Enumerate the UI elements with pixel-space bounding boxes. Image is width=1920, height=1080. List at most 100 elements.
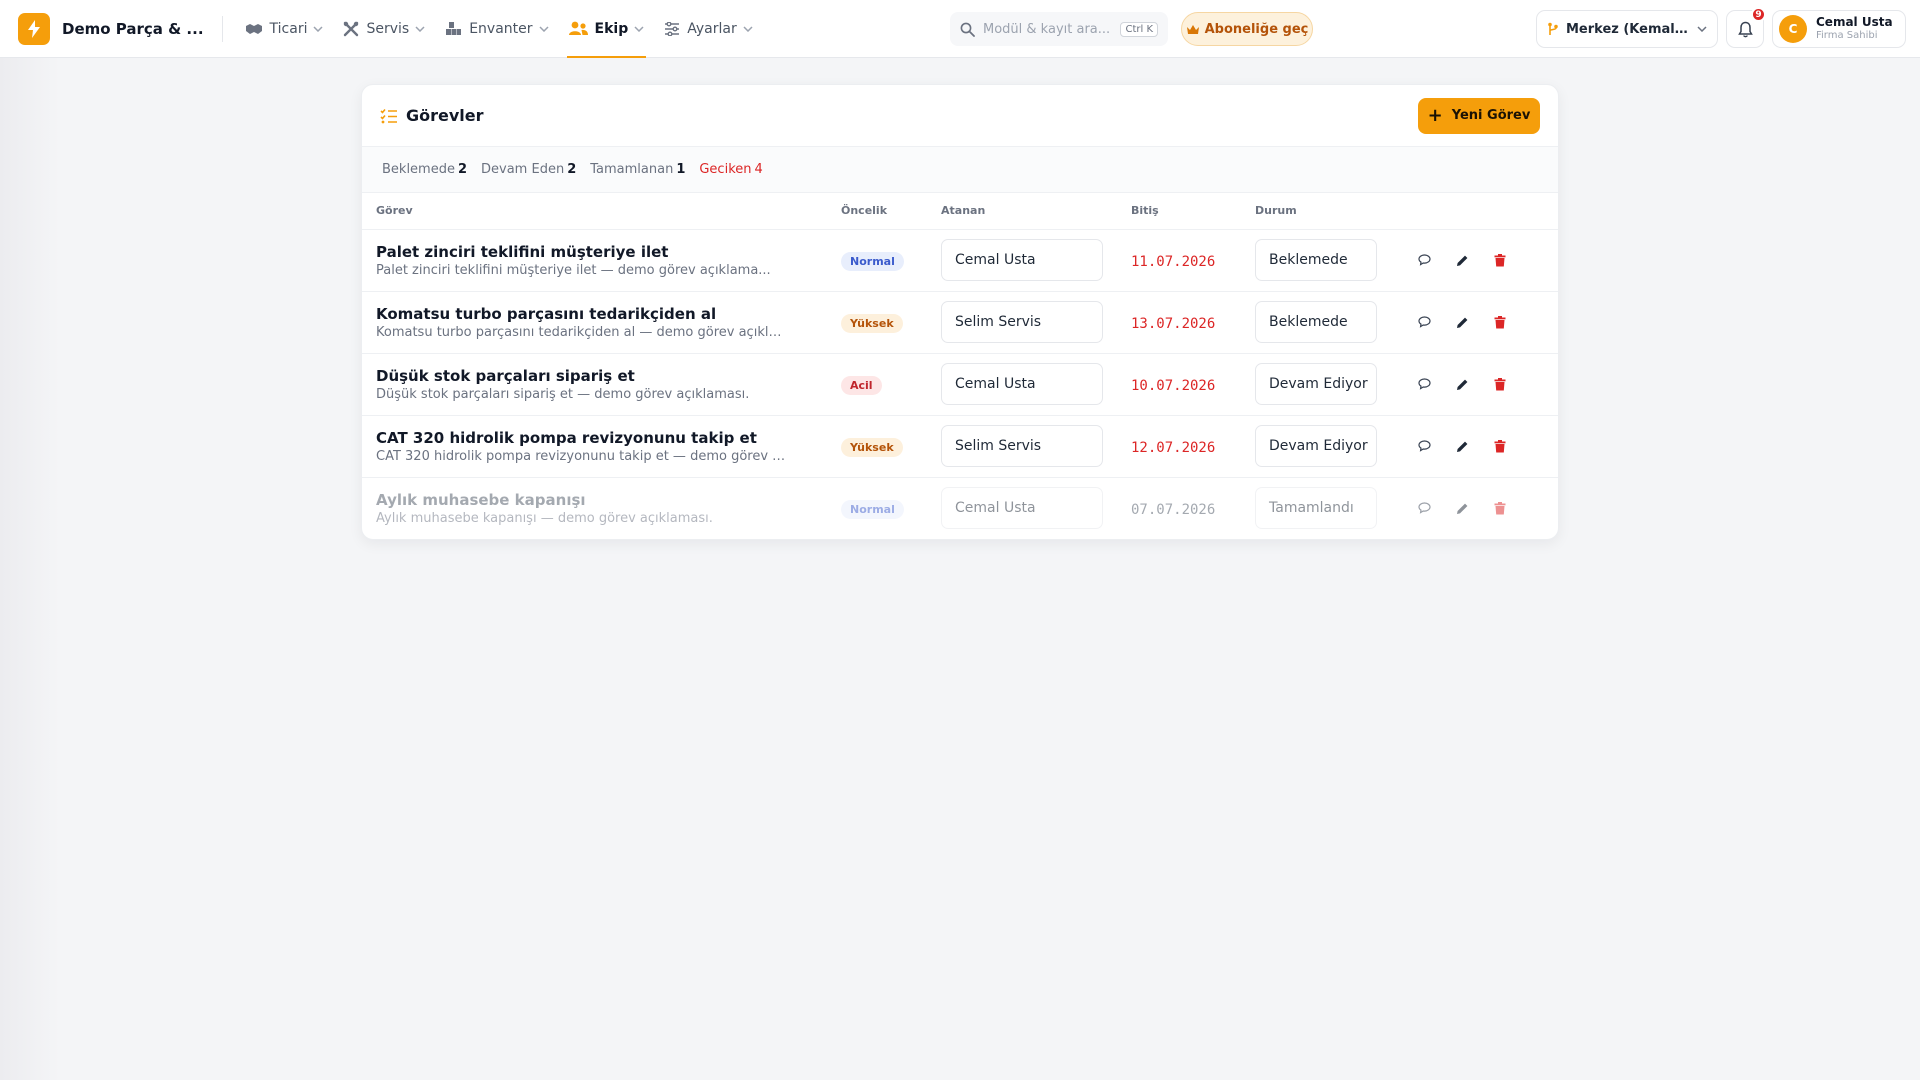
delete-button[interactable]	[1481, 307, 1519, 337]
column-header-status[interactable]: Durum	[1255, 193, 1405, 230]
nav-item-servis[interactable]: Servis	[333, 0, 435, 58]
column-header-assignee[interactable]: Atanan	[941, 193, 1131, 230]
top-bar: Demo Parça & ... Ticari Servis Envanter …	[0, 0, 1920, 58]
trash-icon	[1494, 315, 1506, 328]
task-cell: Palet zinciri teklifini müşteriye ilet P…	[362, 229, 841, 292]
table-row[interactable]: Aylık muhasebe kapanışı Aylık muhasebe k…	[362, 477, 1558, 539]
subscribe-label: Aboneliğe geç	[1204, 21, 1309, 37]
comment-button[interactable]	[1405, 431, 1443, 461]
comment-button[interactable]	[1405, 245, 1443, 275]
assignee-select[interactable]: Cemal Usta	[941, 487, 1103, 530]
user-role: Firma Sahibi	[1816, 30, 1878, 42]
handshake-icon	[245, 23, 262, 34]
nav-label: Servis	[366, 20, 410, 37]
tools-icon	[344, 21, 359, 36]
chevron-down-icon	[313, 25, 323, 32]
branch-selector[interactable]: Merkez (Kemalpa...	[1536, 10, 1718, 48]
edit-button[interactable]	[1443, 307, 1481, 337]
comment-icon	[1417, 440, 1431, 452]
task-description: Aylık muhasebe kapanışı — demo görev açı…	[376, 510, 713, 526]
branch-icon	[1548, 22, 1558, 35]
status-select[interactable]: Devam Ediyor	[1255, 363, 1377, 405]
nav-item-ayarlar[interactable]: Ayarlar	[654, 0, 762, 58]
assignee-select[interactable]: Cemal Usta	[941, 239, 1103, 281]
stat-pending[interactable]: Beklemede 2	[382, 162, 467, 177]
search-shortcut-hint: Ctrl K	[1120, 21, 1158, 37]
edit-button[interactable]	[1443, 369, 1481, 399]
notifications-button[interactable]: 9	[1726, 7, 1766, 48]
pencil-icon	[1456, 255, 1467, 266]
due-date: 12.07.2026	[1131, 439, 1216, 456]
subscribe-button[interactable]: Aboneliğe geç	[1181, 12, 1313, 46]
status-cell: Devam Ediyor	[1255, 415, 1405, 478]
status-select[interactable]: Beklemede	[1255, 301, 1377, 343]
comment-button[interactable]	[1405, 493, 1443, 523]
assignee-cell: Cemal Usta	[941, 353, 1131, 416]
trash-icon	[1494, 377, 1506, 390]
priority-badge: Yüksek	[841, 313, 903, 333]
assignee-select[interactable]: Cemal Usta	[941, 363, 1103, 405]
delete-button[interactable]	[1481, 493, 1519, 523]
actions-cell	[1405, 477, 1558, 539]
assignee-cell: Selim Servis	[941, 291, 1131, 354]
task-description: Komatsu turbo parçasını tedarikçiden al …	[376, 324, 786, 340]
brand[interactable]: Demo Parça & ...	[18, 12, 204, 45]
task-list-icon	[380, 108, 397, 123]
priority-badge: Normal	[841, 499, 904, 519]
stat-count: 2	[567, 162, 577, 177]
user-menu[interactable]: C Cemal Usta Firma Sahibi	[1772, 10, 1906, 48]
table-row[interactable]: CAT 320 hidrolik pompa revizyonunu takip…	[362, 415, 1558, 478]
nav-item-envanter[interactable]: Envanter	[435, 0, 558, 58]
chevron-down-icon	[415, 25, 425, 32]
table-row[interactable]: Palet zinciri teklifini müşteriye ilet P…	[362, 229, 1558, 292]
actions-cell	[1405, 353, 1558, 416]
edit-button[interactable]	[1443, 245, 1481, 275]
chevron-down-icon	[743, 25, 753, 32]
new-task-button[interactable]: + Yeni Görev	[1418, 97, 1540, 134]
edit-button[interactable]	[1443, 431, 1481, 461]
task-title[interactable]: Komatsu turbo parçasını tedarikçiden al	[376, 305, 841, 323]
comment-icon	[1417, 316, 1431, 328]
status-select[interactable]: Devam Ediyor	[1255, 425, 1377, 467]
table-row[interactable]: Düşük stok parçaları sipariş et Düşük st…	[362, 353, 1558, 416]
stat-label: Geciken	[699, 162, 752, 177]
comment-icon	[1417, 254, 1431, 266]
column-header-due[interactable]: Bitiş	[1131, 193, 1255, 230]
status-select[interactable]: Beklemede	[1255, 239, 1377, 281]
comment-button[interactable]	[1405, 307, 1443, 337]
search-input[interactable]	[983, 21, 1113, 37]
delete-button[interactable]	[1481, 431, 1519, 461]
tasks-table: Görev Öncelik Atanan Bitiş Durum Palet z…	[362, 193, 1558, 539]
task-title[interactable]: Palet zinciri teklifini müşteriye ilet	[376, 243, 841, 261]
column-header-priority[interactable]: Öncelik	[841, 193, 941, 230]
task-title[interactable]: CAT 320 hidrolik pompa revizyonunu takip…	[376, 429, 841, 447]
global-search[interactable]: Ctrl K	[950, 12, 1168, 46]
nav-item-ekip[interactable]: Ekip	[559, 0, 655, 58]
notification-count-badge: 9	[1751, 7, 1766, 22]
assignee-select[interactable]: Selim Servis	[941, 301, 1103, 343]
search-icon	[960, 22, 975, 37]
edit-button[interactable]	[1443, 493, 1481, 523]
table-row[interactable]: Komatsu turbo parçasını tedarikçiden al …	[362, 291, 1558, 354]
delete-button[interactable]	[1481, 245, 1519, 275]
task-title[interactable]: Düşük stok parçaları sipariş et	[376, 367, 841, 385]
nav-label: Ayarlar	[687, 20, 737, 37]
stat-label: Devam Eden	[481, 162, 565, 177]
column-header-task[interactable]: Görev	[362, 193, 841, 230]
nav-item-ticari[interactable]: Ticari	[235, 0, 334, 58]
delete-button[interactable]	[1481, 369, 1519, 399]
task-title[interactable]: Aylık muhasebe kapanışı	[376, 491, 841, 509]
comment-button[interactable]	[1405, 369, 1443, 399]
priority-cell: Yüksek	[841, 415, 941, 478]
main-nav: Ticari Servis Envanter Ekip Ayarlar	[235, 0, 763, 58]
stat-completed[interactable]: Tamamlanan 1	[590, 162, 685, 177]
due-date: 11.07.2026	[1131, 253, 1216, 270]
stat-overdue[interactable]: Geciken 4	[699, 162, 762, 177]
status-select[interactable]: Tamamlandı	[1255, 487, 1377, 530]
stat-in-progress[interactable]: Devam Eden 2	[481, 162, 576, 177]
new-task-label: Yeni Görev	[1451, 108, 1531, 123]
task-rows: Palet zinciri teklifini müşteriye ilet P…	[362, 229, 1558, 539]
priority-cell: Normal	[841, 477, 941, 539]
assignee-select[interactable]: Selim Servis	[941, 425, 1103, 467]
task-description: CAT 320 hidrolik pompa revizyonunu takip…	[376, 448, 786, 464]
